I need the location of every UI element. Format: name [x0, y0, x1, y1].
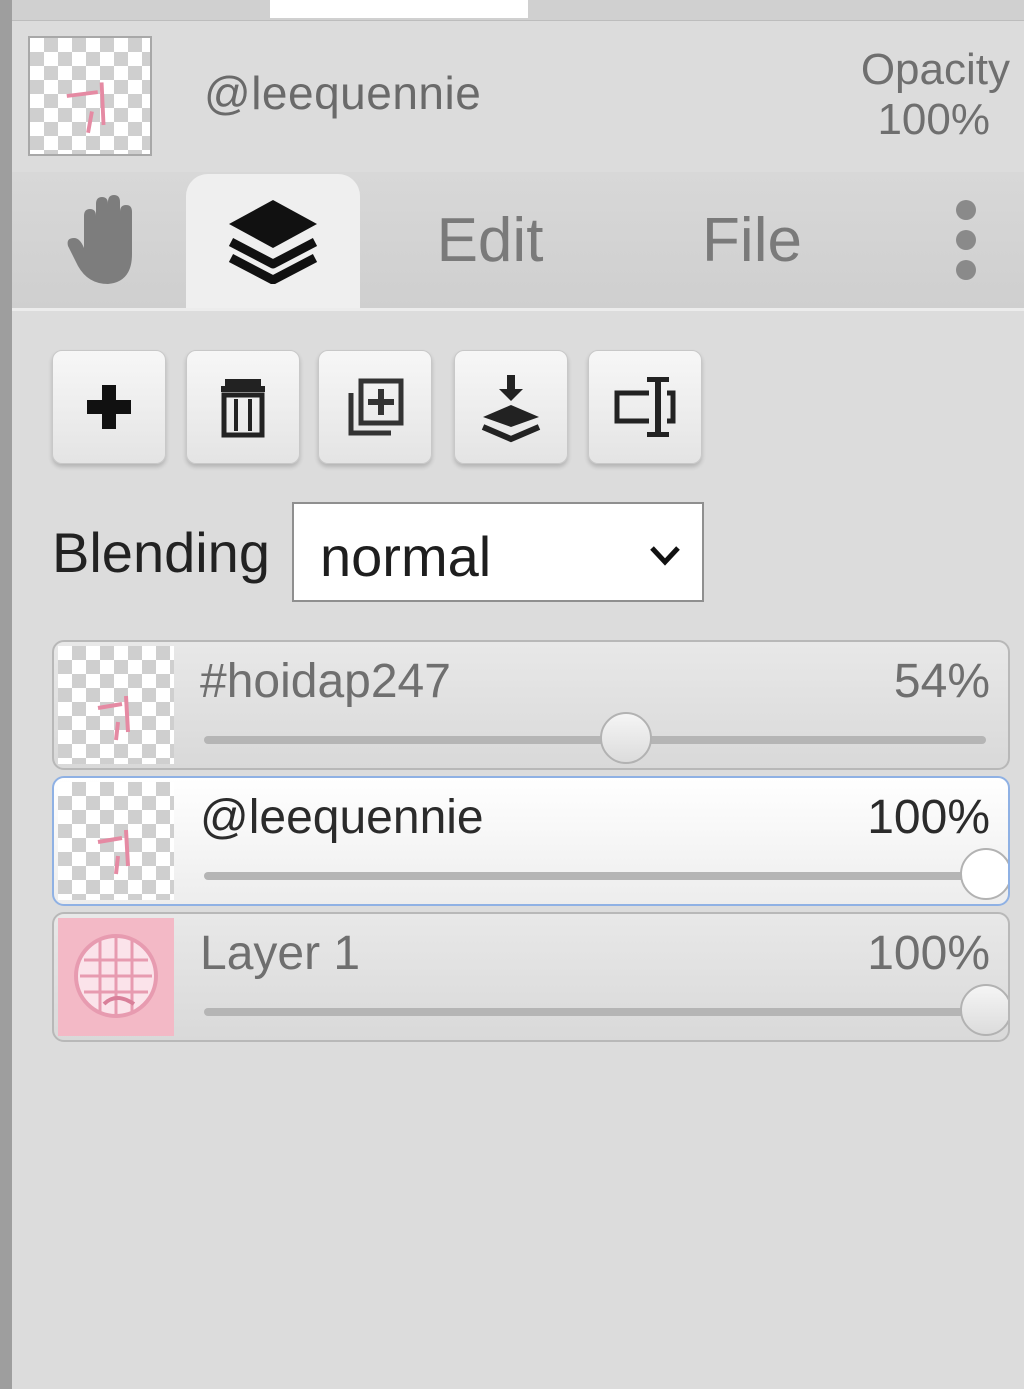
opacity-value: 100% — [877, 95, 990, 144]
slider-thumb[interactable] — [600, 712, 653, 764]
merge-down-icon — [481, 375, 541, 443]
rename-icon — [614, 377, 676, 437]
tab-hand[interactable] — [42, 172, 172, 308]
tab-more[interactable] — [932, 172, 1000, 308]
blending-value: normal — [320, 525, 492, 588]
current-layer-thumbnail — [28, 36, 152, 156]
delete-layer-button[interactable] — [186, 350, 300, 464]
tab-layers[interactable] — [186, 174, 360, 308]
more-vertical-icon — [956, 200, 976, 220]
hand-icon — [67, 195, 132, 284]
layer-row[interactable]: #hoidap247 54% — [52, 640, 1010, 770]
trash-icon — [221, 379, 265, 438]
slider-thumb[interactable] — [960, 984, 1008, 1036]
opacity-label: Opacity — [860, 45, 1010, 94]
more-dot — [956, 260, 976, 280]
panel-left-edge — [0, 0, 12, 1389]
duplicate-layer-button[interactable] — [318, 350, 432, 464]
layer-opacity-value: 54% — [893, 655, 990, 708]
tab-file[interactable]: File — [678, 172, 826, 308]
tab-edit[interactable]: Edit — [410, 172, 570, 308]
current-layer-header: @leequennie Opacity 100% — [12, 22, 1024, 172]
chevron-down-icon — [650, 546, 680, 566]
top-strip — [12, 0, 1024, 21]
layer-opacity-slider[interactable] — [204, 712, 986, 764]
add-layer-button[interactable] — [52, 350, 166, 464]
layer-name: #hoidap247 — [200, 655, 451, 708]
top-strip-active-tab[interactable] — [270, 0, 528, 18]
current-layer-name: @leequennie — [204, 67, 482, 119]
panel-tab-bar: Edit File — [12, 172, 1024, 311]
layer-opacity-value: 100% — [867, 791, 990, 844]
more-dot — [956, 230, 976, 250]
layer-opacity-value: 100% — [867, 927, 990, 980]
layer-opacity-slider[interactable] — [204, 848, 1008, 900]
blending-label: Blending — [52, 521, 270, 584]
slider-thumb[interactable] — [960, 848, 1008, 900]
rename-layer-button[interactable] — [588, 350, 702, 464]
plus-icon — [87, 385, 131, 429]
layer-thumbnail — [58, 646, 174, 764]
layer-row[interactable]: Layer 1 100% — [52, 912, 1010, 1042]
layer-thumbnail — [58, 782, 174, 900]
layer-row-active[interactable]: @leequennie 100% — [52, 776, 1010, 906]
layer-name: @leequennie — [200, 791, 484, 844]
layers-icon — [228, 200, 318, 284]
layer-name: Layer 1 — [200, 927, 361, 980]
merge-down-button[interactable] — [454, 350, 568, 464]
layer-opacity-slider[interactable] — [204, 984, 1008, 1036]
layer-thumbnail — [58, 918, 174, 1036]
blending-select[interactable]: normal — [292, 502, 704, 602]
duplicate-icon — [348, 378, 404, 436]
